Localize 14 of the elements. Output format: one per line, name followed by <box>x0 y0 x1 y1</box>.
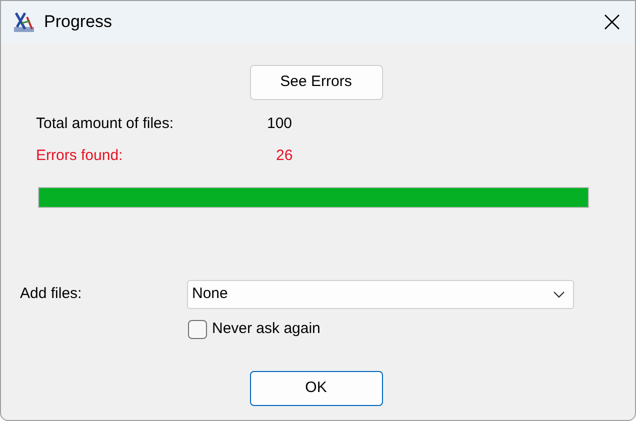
add-files-dropdown[interactable]: None <box>187 280 574 309</box>
stat-value: 26 <box>276 146 293 166</box>
ok-button[interactable]: OK <box>250 370 382 406</box>
chevron-down-icon <box>553 290 565 298</box>
add-files-label: Add files: <box>20 284 83 304</box>
stat-value: 100 <box>267 114 292 134</box>
app-logo-icon <box>13 11 35 33</box>
window-title: Progress <box>44 11 112 34</box>
never-ask-checkbox[interactable] <box>188 320 207 339</box>
close-icon <box>604 14 620 30</box>
stat-label: Errors found: <box>36 146 124 166</box>
stat-label: Total amount of files: <box>36 114 175 134</box>
see-errors-button[interactable]: See Errors <box>250 65 382 100</box>
never-ask-label: Never ask again <box>212 319 320 339</box>
